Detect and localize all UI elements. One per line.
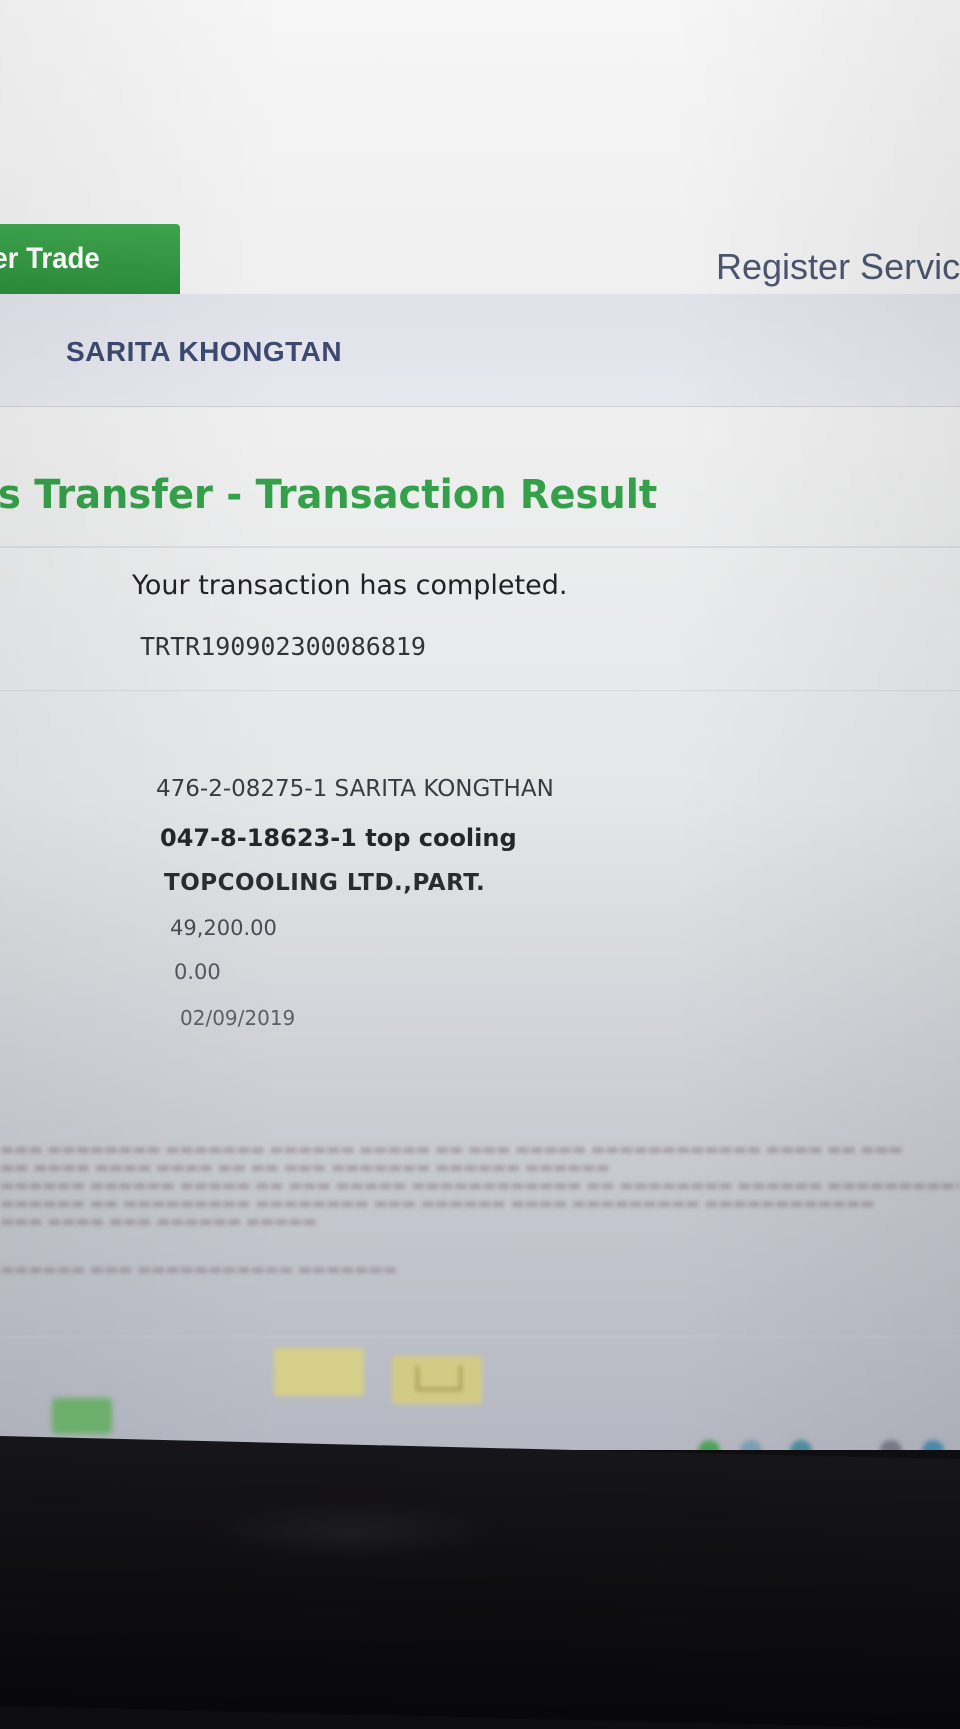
footer-divider [0, 1336, 960, 1338]
amount-value: 49,200.00 [170, 916, 277, 940]
tray-volume-icon[interactable] [880, 1440, 902, 1450]
status-badge [52, 1398, 112, 1434]
monitor-bezel [0, 1436, 960, 1729]
bezel-glare [200, 1500, 500, 1560]
tray-sync-icon[interactable] [790, 1440, 812, 1450]
nav-register-service[interactable]: Register Servic [716, 246, 960, 288]
from-account-value: 476-2-08275-1 SARITA KONGTHAN [156, 776, 554, 802]
user-name: SARITA KHONGTAN [66, 336, 343, 367]
print-button[interactable] [274, 1348, 364, 1396]
monitor-screen: er Trade Register Servic SARITA KHONGTAN… [0, 0, 960, 1450]
page-title: s Transfer - Transaction Result [0, 472, 658, 518]
result-message: Your transaction has completed. [132, 570, 568, 601]
section-divider [0, 690, 960, 691]
title-divider [0, 546, 960, 548]
email-button[interactable] [392, 1356, 482, 1404]
fee-value: 0.00 [174, 960, 221, 984]
tray-shield-icon[interactable] [698, 1440, 720, 1450]
browser-top-area [0, 0, 960, 225]
tab-trade-label: er Trade [0, 242, 100, 275]
to-account-value: 047-8-18623-1 top cooling [160, 824, 517, 852]
date-value: 02/09/2019 [180, 1006, 296, 1030]
beneficiary-name-value: TOPCOOLING LTD.,PART. [164, 870, 486, 896]
tab-trade[interactable]: er Trade [0, 224, 180, 294]
tray-network-icon[interactable] [740, 1440, 762, 1450]
blurred-notes: ▬▬▬ ▬▬▬▬▬▬▬▬ ▬▬▬▬▬▬▬ ▬▬▬▬▬▬ ▬▬▬▬▬ ▬▬ ▬▬▬… [0, 1140, 960, 1278]
transaction-reference: TRTR190902300086819 [140, 632, 426, 661]
tray-wifi-icon[interactable] [922, 1440, 944, 1450]
